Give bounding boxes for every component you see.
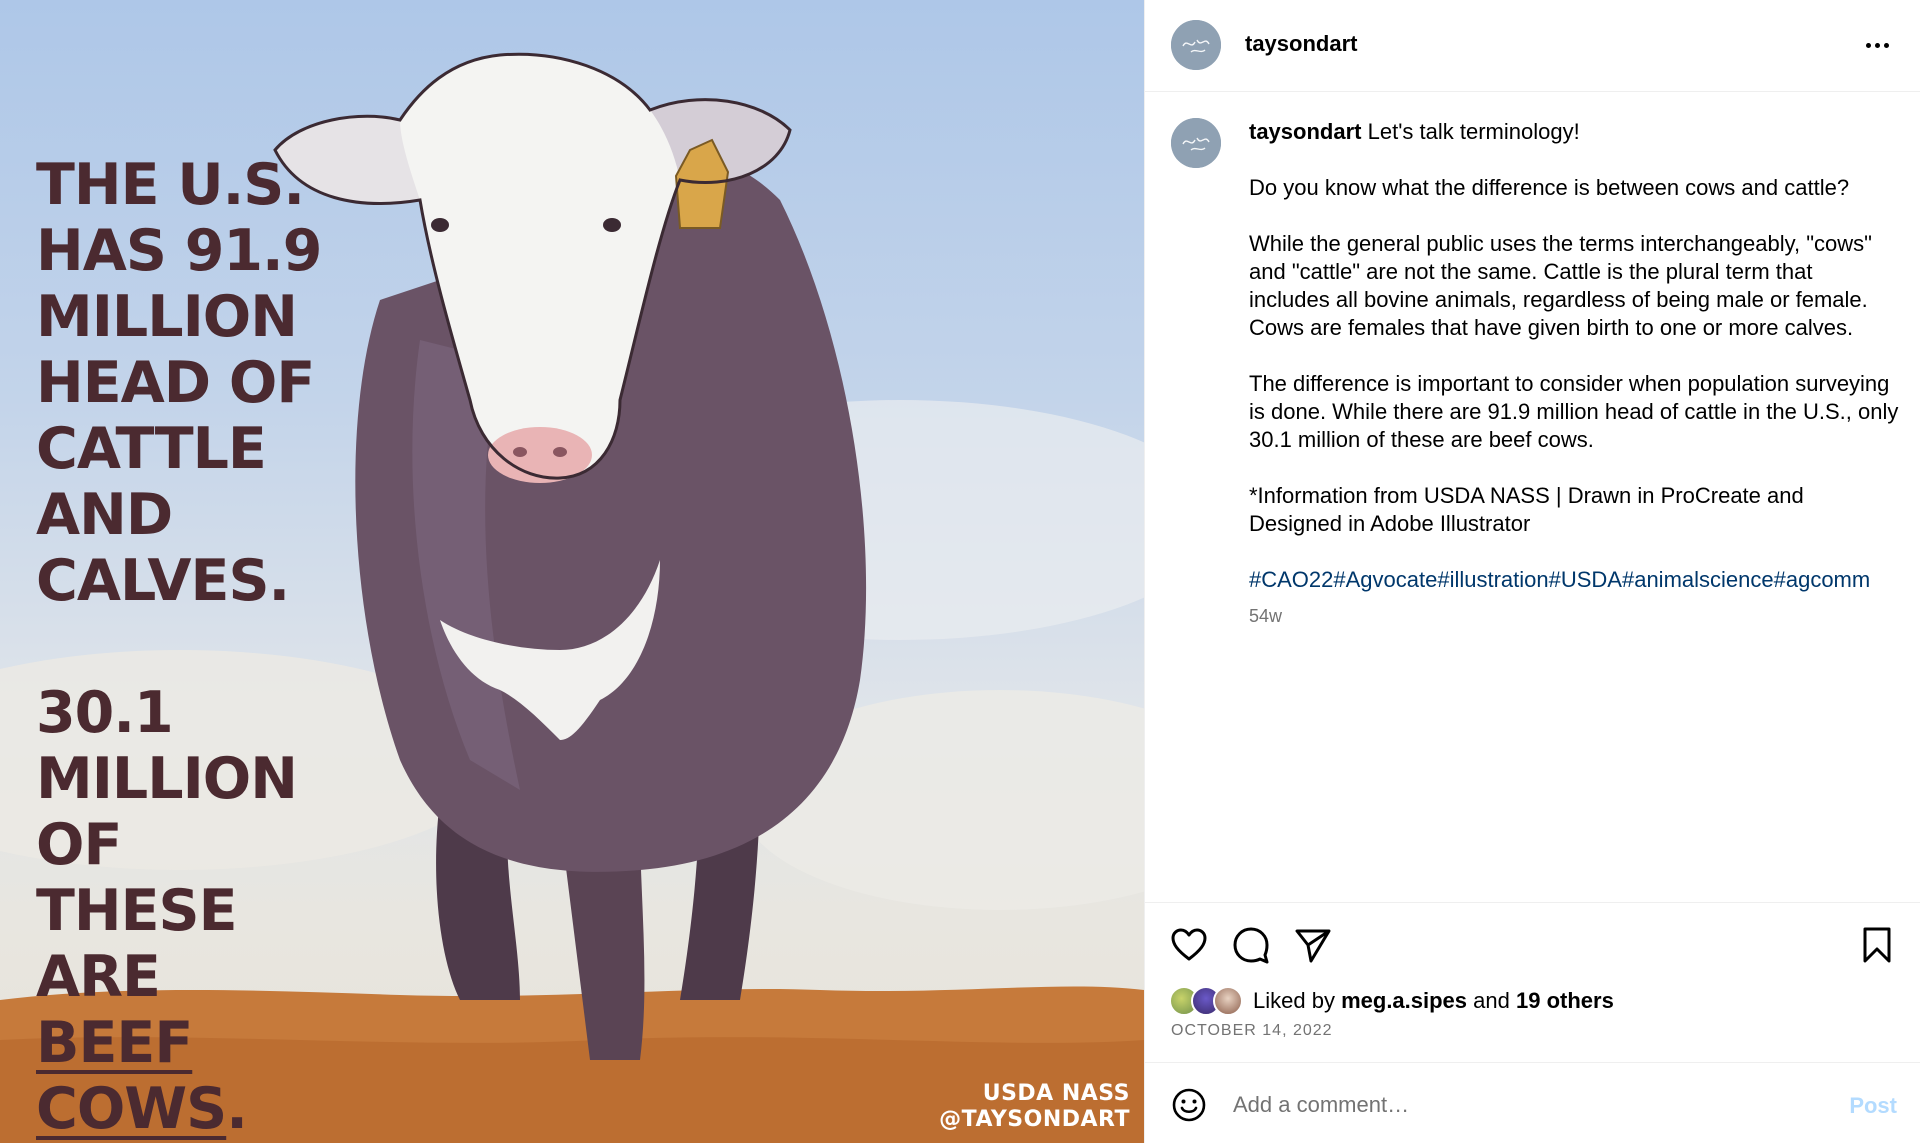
beef-cows-emphasis: BEEF COWS [36,1010,227,1142]
headline-line: MILLION [36,284,298,350]
likes-others-link[interactable]: 19 others [1516,988,1614,1014]
action-bar [1145,902,1920,965]
likes-summary: Liked by meg.a.sipes and 19 others [1169,986,1614,1016]
post-date[interactable]: OCTOBER 14, 2022 [1171,1022,1333,1040]
caption-text: taysondart Let's talk terminology! Do yo… [1249,118,1899,630]
more-options-icon[interactable] [1857,32,1897,58]
caption-paragraph: The difference is important to consider … [1249,371,1899,452]
emphasis-suffix: . [226,1076,248,1142]
post-image[interactable]: THE U.S. HAS 91.9 MILLION HEAD OF CATTLE… [0,0,1144,1143]
subline-line: 30.1 [36,680,174,746]
post-age[interactable]: 54w [1249,602,1899,630]
post-sidebar: taysondart taysondart Let's talk termino… [1144,0,1920,1143]
bookmark-icon[interactable] [1857,925,1897,965]
hashtags[interactable]: #CAO22#Agvocate#illustration#USDA#animal… [1249,566,1899,594]
subline-line: MILLION OF [36,746,298,878]
headline-line: CALVES. [36,548,290,614]
post-comment-button[interactable]: Post [1849,1093,1897,1119]
comment-input[interactable] [1233,1085,1813,1125]
post-header: taysondart [1145,0,1920,92]
caption-paragraph: While the general public uses the terms … [1249,231,1872,340]
caption-paragraph: *Information from USDA NASS | Drawn in P… [1249,483,1804,536]
likes-joiner: and [1473,988,1510,1013]
poster-headline: THE U.S. HAS 91.9 MILLION HEAD OF CATTLE… [36,152,376,1142]
liker-username[interactable]: meg.a.sipes [1341,988,1467,1014]
avatar-logo-icon [1171,118,1221,168]
header-username[interactable]: taysondart [1245,31,1357,57]
subline-line: THESE ARE [36,878,238,1010]
headline-line: HAS 91.9 [36,218,322,284]
comment-bar: Post [1145,1062,1920,1143]
likes-prefix: Liked by [1253,988,1335,1013]
caption-username[interactable]: taysondart [1249,119,1361,144]
emoji-icon[interactable] [1171,1087,1207,1123]
caption-first-line: Let's talk terminology! [1367,119,1580,144]
avatar-logo-icon [1171,20,1221,70]
profile-avatar[interactable] [1171,20,1221,70]
liker-avatar [1213,986,1243,1016]
credit-source: USDA NASS [982,1081,1130,1106]
headline-line: HEAD OF [36,350,315,416]
headline-line: THE U.S. [36,152,305,218]
credit-handle: @TAYSONDART [939,1107,1130,1132]
send-icon[interactable] [1293,925,1333,965]
caption-section: taysondart Let's talk terminology! Do yo… [1145,92,1920,902]
liker-avatars[interactable] [1169,986,1243,1016]
comment-icon[interactable] [1231,925,1271,965]
image-credit: USDA NASS @TAYSONDART [939,1081,1130,1133]
heart-icon[interactable] [1169,925,1209,965]
caption-avatar[interactable] [1171,118,1221,168]
headline-line: CATTLE AND [36,416,267,548]
caption-paragraph: Do you know what the difference is betwe… [1249,175,1850,200]
